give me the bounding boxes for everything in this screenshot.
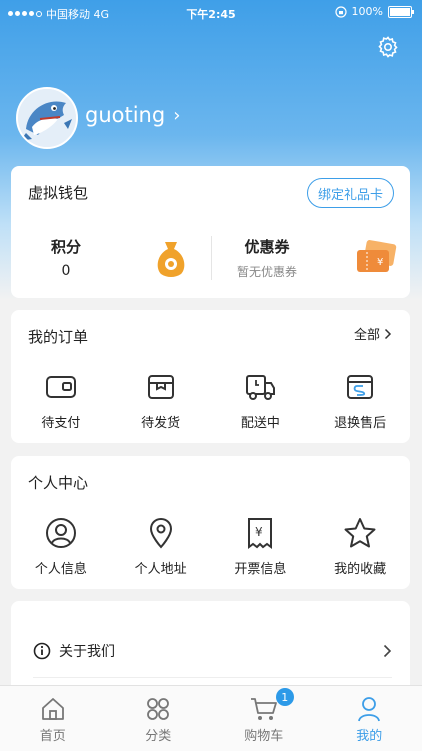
wallet-title: 虚拟钱包 xyxy=(28,182,88,203)
info-icon xyxy=(33,642,51,660)
points-block[interactable]: 积分 0 xyxy=(49,236,83,279)
coupon-block[interactable]: 优惠券 暂无优惠券 xyxy=(233,236,301,280)
about-divider xyxy=(33,677,392,678)
star-icon xyxy=(343,517,377,549)
home-icon xyxy=(40,697,66,721)
tab-category-label: 分类 xyxy=(145,725,171,744)
all-orders-label: 全部 xyxy=(354,324,380,343)
coupon-ticket-icon: ¥ xyxy=(355,240,397,276)
invoice-info[interactable]: ¥ 开票信息 xyxy=(211,516,311,577)
points-label: 积分 xyxy=(49,236,83,257)
avatar[interactable] xyxy=(16,87,78,149)
username-link[interactable]: guoting › xyxy=(85,103,180,127)
box-icon xyxy=(146,372,176,402)
chevron-right-icon: › xyxy=(173,105,180,126)
orders-title: 我的订单 xyxy=(28,326,88,347)
order-in-delivery-label: 配送中 xyxy=(241,412,280,431)
money-bag-icon xyxy=(153,238,189,278)
wallet-divider xyxy=(211,236,212,280)
username-text: guoting xyxy=(85,103,165,127)
chevron-right-icon xyxy=(383,644,392,658)
order-pending-shipment-label: 待发货 xyxy=(141,412,180,431)
invoice-icon: ¥ xyxy=(246,517,274,549)
my-favorites[interactable]: 我的收藏 xyxy=(310,516,410,577)
tab-cart-label: 购物车 xyxy=(244,725,283,744)
lock-rotation-icon xyxy=(335,6,347,18)
bind-gift-card-button[interactable]: 绑定礼品卡 xyxy=(307,178,394,208)
battery-icon xyxy=(388,6,412,18)
status-bar: 中国移动 4G 下午2:45 100% xyxy=(0,0,422,24)
personal-center-card: 个人中心 个人信息 个人地址 xyxy=(11,456,410,589)
points-value: 0 xyxy=(49,263,83,279)
settings-gear-icon[interactable] xyxy=(376,35,400,59)
coupon-label: 优惠券 xyxy=(233,236,301,257)
my-orders-card: 我的订单 全部 待支付 待发货 xyxy=(11,310,410,443)
battery-percent: 100% xyxy=(352,5,383,18)
shark-avatar-icon xyxy=(18,89,76,147)
tab-home-label: 首页 xyxy=(40,725,66,744)
order-pending-payment-label: 待支付 xyxy=(41,412,80,431)
profile-icon xyxy=(357,696,381,722)
tab-mine[interactable]: 我的 xyxy=(317,686,422,751)
personal-address[interactable]: 个人地址 xyxy=(111,516,211,577)
order-pending-shipment[interactable]: 待发货 xyxy=(111,370,211,431)
svg-text:¥: ¥ xyxy=(255,525,263,539)
tab-cart[interactable]: 1 购物车 xyxy=(211,686,317,751)
invoice-info-label: 开票信息 xyxy=(234,558,286,577)
order-in-delivery[interactable]: 配送中 xyxy=(211,370,311,431)
grid-icon xyxy=(146,697,170,721)
chevron-right-icon xyxy=(384,328,392,340)
about-us-row[interactable]: 关于我们 xyxy=(33,639,392,663)
all-orders-link[interactable]: 全部 xyxy=(354,324,392,343)
cart-icon xyxy=(250,697,278,721)
about-us-label: 关于我们 xyxy=(59,641,383,661)
virtual-wallet-card: 虚拟钱包 绑定礼品卡 积分 0 优惠券 暂无优惠券 ¥ xyxy=(11,166,410,298)
tab-mine-label: 我的 xyxy=(356,725,382,744)
personal-info[interactable]: 个人信息 xyxy=(11,516,111,577)
order-pending-payment[interactable]: 待支付 xyxy=(11,370,111,431)
svg-text:¥: ¥ xyxy=(377,257,383,268)
return-icon xyxy=(345,372,375,402)
tab-home[interactable]: 首页 xyxy=(0,686,106,751)
bottom-tab-bar: 首页 分类 1 购物车 我 xyxy=(0,685,422,751)
personal-address-label: 个人地址 xyxy=(135,558,187,577)
user-icon xyxy=(45,517,77,549)
order-returns-label: 退换售后 xyxy=(334,412,386,431)
coupon-status: 暂无优惠券 xyxy=(233,263,301,280)
my-favorites-label: 我的收藏 xyxy=(334,558,386,577)
personal-title: 个人中心 xyxy=(28,472,88,493)
tab-category[interactable]: 分类 xyxy=(106,686,212,751)
personal-info-label: 个人信息 xyxy=(35,558,87,577)
wallet-icon xyxy=(45,373,77,401)
truck-icon xyxy=(244,372,276,402)
location-icon xyxy=(147,517,175,549)
order-returns[interactable]: 退换售后 xyxy=(310,370,410,431)
cart-badge: 1 xyxy=(276,688,294,706)
